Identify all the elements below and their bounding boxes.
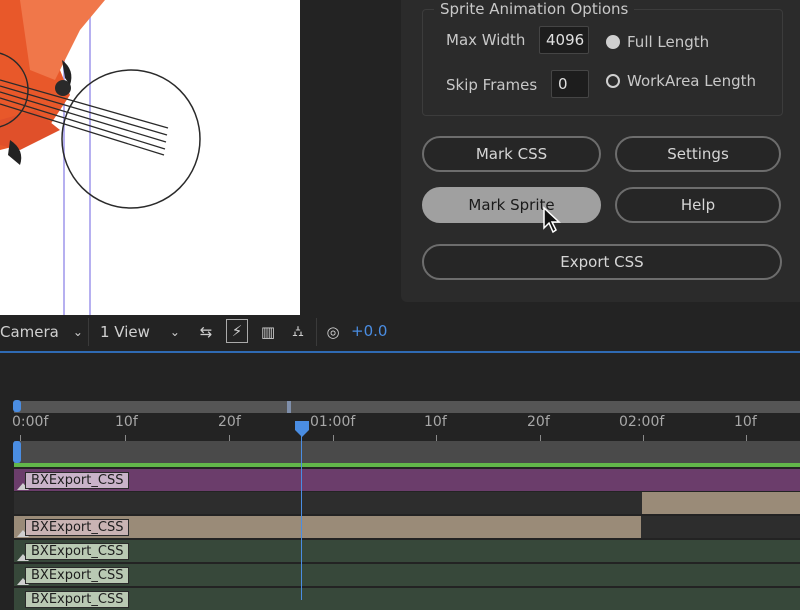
toolbar-divider <box>316 318 317 346</box>
view-layout-label: 1 View <box>100 323 150 341</box>
ruler-label: 20f <box>218 414 241 430</box>
ruler-label: 02:00f <box>619 414 665 430</box>
ruler-label: 01:00f <box>310 414 356 430</box>
toggle-pixel-aspect-icon[interactable]: ⇆ <box>195 320 217 344</box>
work-area-bar[interactable] <box>14 441 800 463</box>
radio-unselected-icon <box>606 74 620 88</box>
ruler-label: 0:00f <box>12 414 49 430</box>
export-css-button[interactable]: Export CSS <box>422 244 782 280</box>
layer-name: BXExport_CSS <box>25 472 130 489</box>
layer-bar[interactable] <box>14 588 800 610</box>
composition-viewer[interactable] <box>0 0 300 315</box>
render-cache-bar <box>14 463 800 467</box>
radio-workarea-length-label: WorkArea Length <box>627 72 757 90</box>
chevron-down-icon: ⌄ <box>72 325 83 339</box>
radio-full-length-label: Full Length <box>627 33 710 51</box>
help-button[interactable]: Help <box>615 187 781 223</box>
radio-selected-icon <box>606 35 620 49</box>
layer-name: BXExport_CSS <box>25 543 130 560</box>
camera-dropdown[interactable]: Camera ⌄ <box>0 322 83 342</box>
layer-bar[interactable] <box>14 564 800 586</box>
flowchart-icon[interactable]: ⛼ <box>287 320 309 344</box>
ruler-label: 10f <box>115 414 138 430</box>
skip-frames-label: Skip Frames <box>446 76 538 94</box>
layer-row-empty <box>641 516 800 538</box>
mark-css-button[interactable]: Mark CSS <box>422 136 601 172</box>
time-navigator[interactable] <box>14 401 800 413</box>
max-width-label: Max Width <box>446 31 526 49</box>
radio-workarea-length[interactable]: WorkArea Length <box>606 72 756 90</box>
view-layout-dropdown[interactable]: 1 View ⌄ <box>100 322 180 342</box>
mark-sprite-button[interactable]: Mark Sprite <box>422 187 601 223</box>
timeline-toggle-icon[interactable]: ▥ <box>257 320 279 344</box>
fast-previews-icon[interactable]: ⚡ <box>226 319 248 343</box>
layer-name: BXExport_CSS <box>25 567 130 584</box>
viewer-margin <box>300 0 400 315</box>
work-area-start-handle[interactable] <box>13 441 21 463</box>
navigator-marker <box>287 401 291 413</box>
settings-button[interactable]: Settings <box>615 136 781 172</box>
mouse-cursor-icon <box>543 206 561 234</box>
radio-full-length[interactable]: Full Length <box>606 33 709 51</box>
chevron-down-icon: ⌄ <box>169 325 180 339</box>
sprite-options-group <box>422 9 783 116</box>
ruler-label: 20f <box>527 414 550 430</box>
ruler-label: 10f <box>734 414 757 430</box>
layer-name: BXExport_CSS <box>25 519 130 536</box>
ruler-label: 10f <box>424 414 447 430</box>
playhead-line <box>301 430 302 600</box>
layer-bar-segment[interactable] <box>642 492 800 514</box>
comp-artwork <box>0 0 201 315</box>
skip-frames-input[interactable]: 0 <box>551 70 589 98</box>
reset-exposure-icon[interactable]: ◎ <box>322 320 344 344</box>
exposure-value[interactable]: +0.0 <box>351 322 387 340</box>
layer-bar[interactable] <box>14 469 800 491</box>
max-width-input[interactable]: 4096 <box>539 26 589 54</box>
camera-dropdown-label: Camera <box>0 323 59 341</box>
sprite-options-title: Sprite Animation Options <box>434 0 635 18</box>
navigator-start-handle[interactable] <box>13 400 21 412</box>
layer-bar[interactable] <box>14 540 800 562</box>
toolbar-divider <box>88 318 89 346</box>
playhead-icon[interactable] <box>294 420 310 438</box>
